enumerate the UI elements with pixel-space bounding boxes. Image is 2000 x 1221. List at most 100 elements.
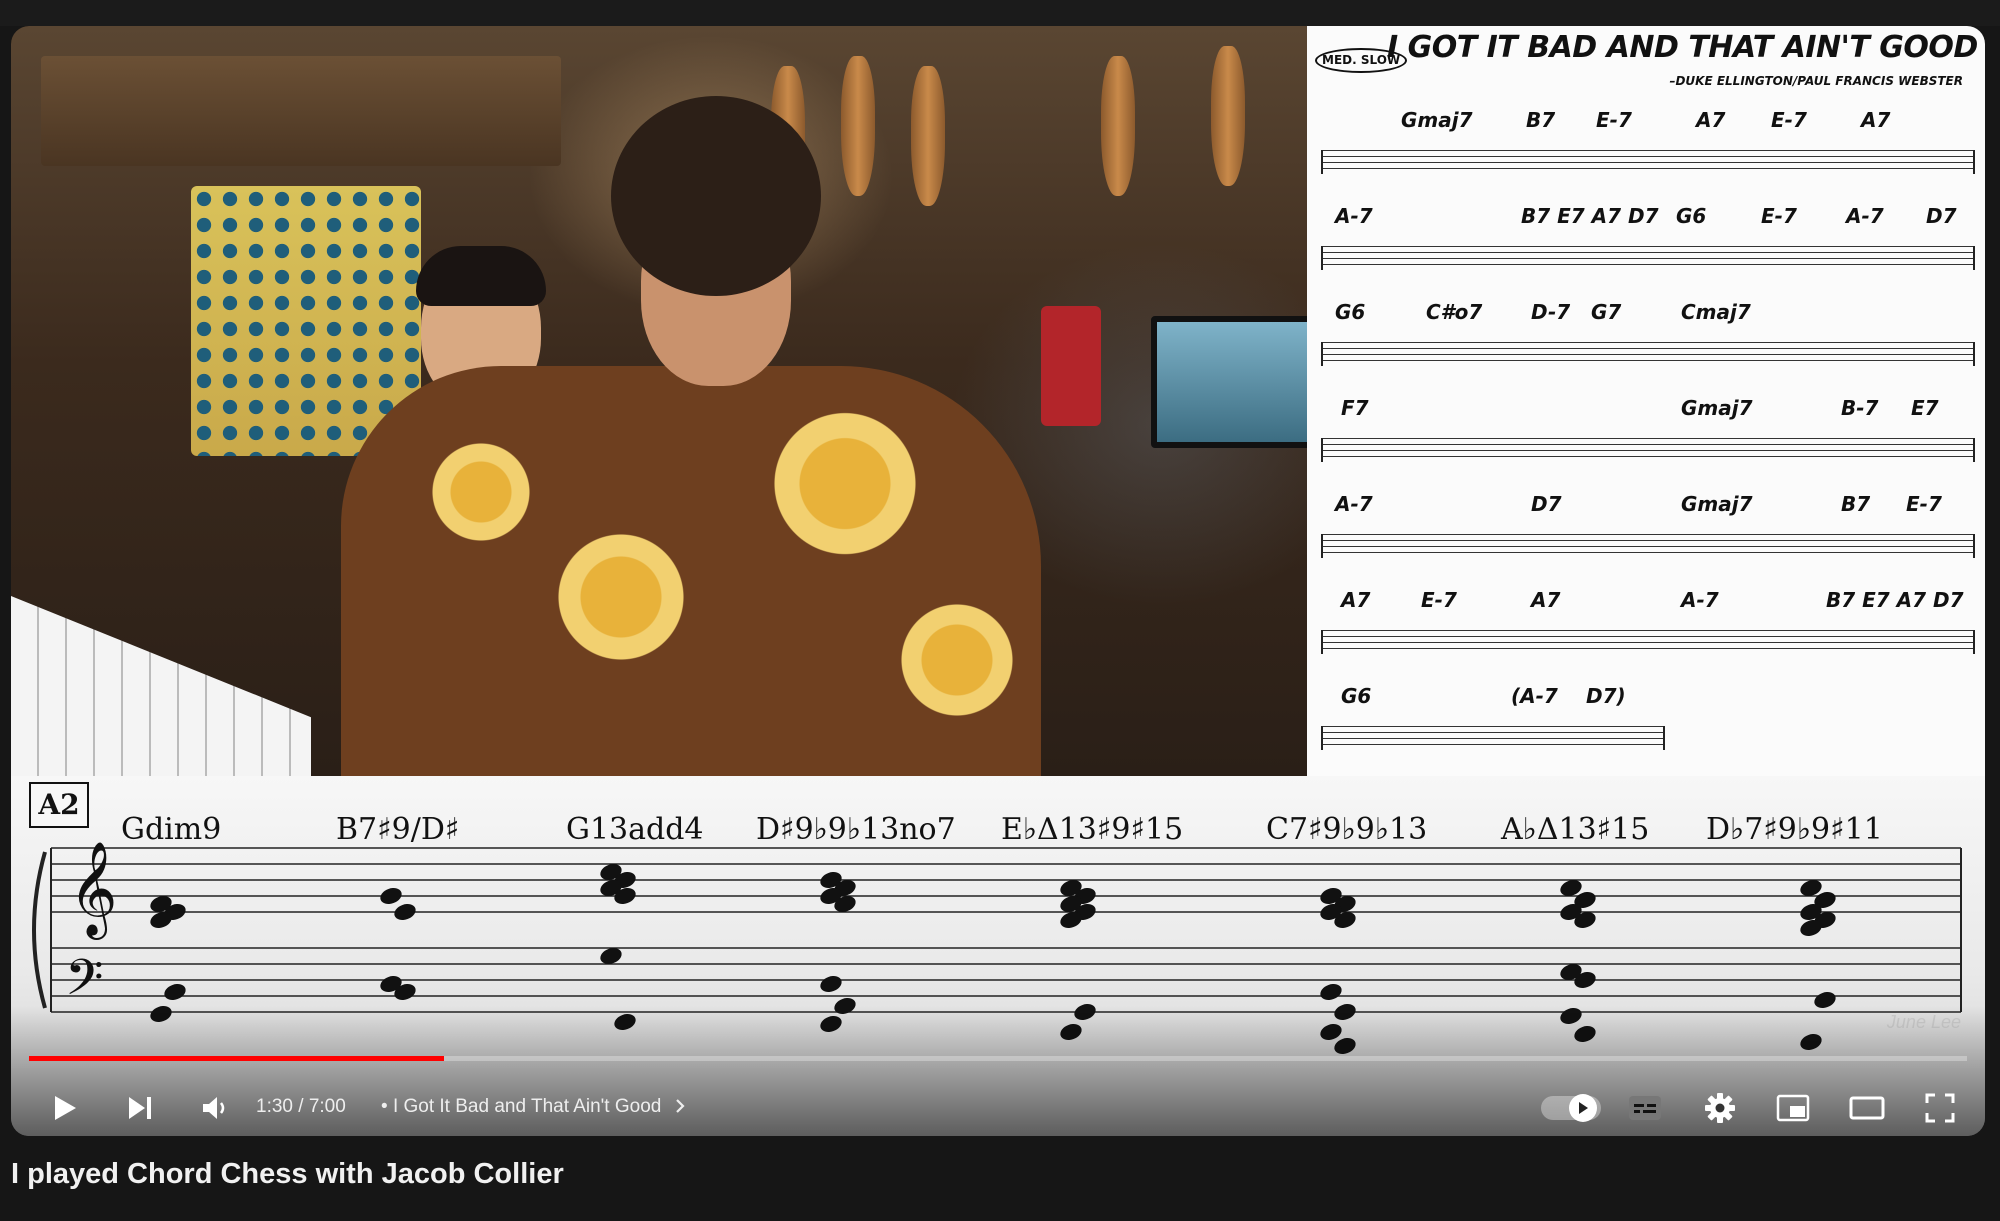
player-controls: 1:30 / 7:00 • I Got It Bad and That Ain'… (11, 1084, 1985, 1132)
notehead (1574, 1026, 1596, 1042)
chapter-bullet: • (381, 1096, 388, 1117)
settings-button[interactable] (1696, 1084, 1744, 1132)
subtitles-icon (1629, 1096, 1661, 1120)
miniplayer-button[interactable] (1769, 1084, 1817, 1132)
mute-button[interactable] (191, 1084, 239, 1132)
notehead (1060, 1024, 1082, 1040)
autoplay-knob (1569, 1094, 1597, 1122)
lead-sheet-row: G6 C#o7 D-7 G7 Cmaj7 (1321, 300, 1975, 378)
skip-next-icon (129, 1097, 151, 1119)
lead-sheet-staff (1321, 726, 1665, 750)
lead-sheet-chord: Cmaj7 (1681, 300, 1751, 324)
notehead (1320, 1024, 1342, 1040)
chord-notation-panel: 𝄞 𝄢 A2 Gdim9 B7♯9/D♯ G13add4 D♯9♭9♭13no7… (11, 776, 1985, 1136)
chord-name: B7♯9/D♯ (336, 812, 460, 847)
computer-monitor (1151, 316, 1323, 448)
lead-sheet-staff (1321, 246, 1975, 270)
fullscreen-button[interactable] (1916, 1084, 1964, 1132)
lead-sheet: MED. SLOW I GOT IT BAD AND THAT AIN'T GO… (1307, 26, 1985, 776)
chord-name: G13add4 (566, 812, 704, 847)
lead-sheet-row: A-7 B7 E7 A7 D7 G6 E-7 A-7 D7 (1321, 204, 1975, 282)
notehead (820, 976, 842, 992)
lead-sheet-chord: E-7 (1421, 588, 1457, 612)
lead-sheet-row: A-7 D7 Gmaj7 B7 E-7 (1321, 492, 1975, 570)
lead-sheet-staff (1321, 630, 1975, 654)
lead-sheet-composer: –DUKE ELLINGTON/PAUL FRANCIS WEBSTER (1669, 74, 1963, 88)
notehead (834, 998, 856, 1014)
progress-bar-played (29, 1056, 444, 1061)
lead-sheet-chord: A-7 (1681, 588, 1719, 612)
lead-sheet-chord: E-7 (1596, 108, 1632, 132)
time-display: 1:30 / 7:00 (256, 1096, 346, 1118)
bass-clef-icon: 𝄢 (65, 949, 104, 1019)
play-icon (55, 1096, 76, 1120)
notehead (1320, 984, 1342, 1000)
lead-sheet-chord: Gmaj7 (1401, 108, 1473, 132)
lead-sheet-chord: D-7 (1531, 300, 1571, 324)
guitar (1211, 46, 1245, 186)
lead-sheet-chord: F7 (1341, 396, 1369, 420)
lead-sheet-chord: E-7 (1906, 492, 1942, 516)
chapter-title-button[interactable]: • I Got It Bad and That Ain't Good (381, 1096, 687, 1118)
miniplayer-icon (1776, 1094, 1810, 1122)
lead-sheet-chord: A-7 (1335, 204, 1373, 228)
lead-sheet-chord: A7 (1531, 588, 1561, 612)
chord-noteheads (150, 864, 1836, 1054)
bass-staff-lines (51, 947, 1961, 1013)
lead-sheet-chord: B7 E7 A7 D7 (1826, 588, 1964, 612)
lead-sheet-chord: (A-7 (1511, 684, 1558, 708)
lead-sheet-chord: D7 (1926, 204, 1957, 228)
lead-sheet-chord: E7 (1911, 396, 1939, 420)
lead-sheet-chord: D7 (1531, 492, 1562, 516)
notehead (1560, 1008, 1582, 1024)
lead-sheet-chord: C#o7 (1426, 300, 1483, 324)
chord-name: C7♯9♭9♭13 (1266, 812, 1428, 847)
lead-sheet-chord: A7 (1341, 588, 1371, 612)
lead-sheet-chord: A7 (1861, 108, 1891, 132)
lead-sheet-chord: A-7 (1335, 492, 1373, 516)
person-playing-piano (341, 96, 1041, 786)
next-button[interactable] (116, 1084, 164, 1132)
page-top-bar (0, 0, 2000, 26)
lead-sheet-staff (1321, 438, 1975, 462)
subtitles-button[interactable] (1621, 1084, 1669, 1132)
autoplay-play-icon (1579, 1102, 1588, 1114)
notehead (150, 1006, 172, 1022)
lead-sheet-chord: B-7 (1841, 396, 1879, 420)
lead-sheet-chord: E-7 (1771, 108, 1807, 132)
theater-mode-button[interactable] (1843, 1084, 1891, 1132)
lead-sheet-chord: G7 (1591, 300, 1622, 324)
volume-icon (203, 1097, 225, 1119)
progress-bar[interactable] (29, 1056, 1967, 1061)
lead-sheet-title: I GOT IT BAD AND THAT AIN'T GOOD (1387, 30, 1978, 65)
chord-name: Gdim9 (121, 812, 222, 847)
lead-sheet-chord: D7) (1586, 684, 1626, 708)
lead-sheet-chord: B7 (1526, 108, 1556, 132)
chord-name: E♭Δ13♯9♯15 (1001, 812, 1184, 847)
lead-sheet-chord: Gmaj7 (1681, 396, 1753, 420)
lead-sheet-chord: A7 (1696, 108, 1726, 132)
brace (32, 851, 47, 1009)
treble-staff-lines (51, 847, 1961, 913)
notehead (1334, 1038, 1356, 1054)
lead-sheet-chord: G6 (1676, 204, 1707, 228)
lead-sheet-row: G6 (A-7 D7) (1321, 684, 1971, 762)
video-player[interactable]: MED. SLOW I GOT IT BAD AND THAT AIN'T GO… (11, 26, 1985, 1136)
autoplay-toggle[interactable] (1541, 1094, 1601, 1122)
notehead (380, 888, 402, 904)
current-time: 1:30 (256, 1096, 293, 1117)
lead-sheet-staff (1321, 150, 1975, 174)
notehead (1334, 1004, 1356, 1020)
speaker (1041, 306, 1101, 426)
play-button[interactable] (41, 1084, 89, 1132)
notehead (1814, 992, 1836, 1008)
lead-sheet-row: A7 E-7 A7 A-7 B7 E7 A7 D7 (1321, 588, 1975, 666)
section-label: A2 (29, 782, 89, 828)
watermark: June Lee (1886, 1012, 1961, 1032)
video-frame-scene (11, 26, 1323, 898)
lead-sheet-row: Gmaj7 B7 E-7 A7 E-7 A7 (1321, 108, 1975, 186)
gear-icon (1705, 1093, 1735, 1123)
lead-sheet-chord: E-7 (1761, 204, 1797, 228)
fullscreen-icon (1925, 1093, 1955, 1123)
duration: 7:00 (308, 1096, 346, 1117)
